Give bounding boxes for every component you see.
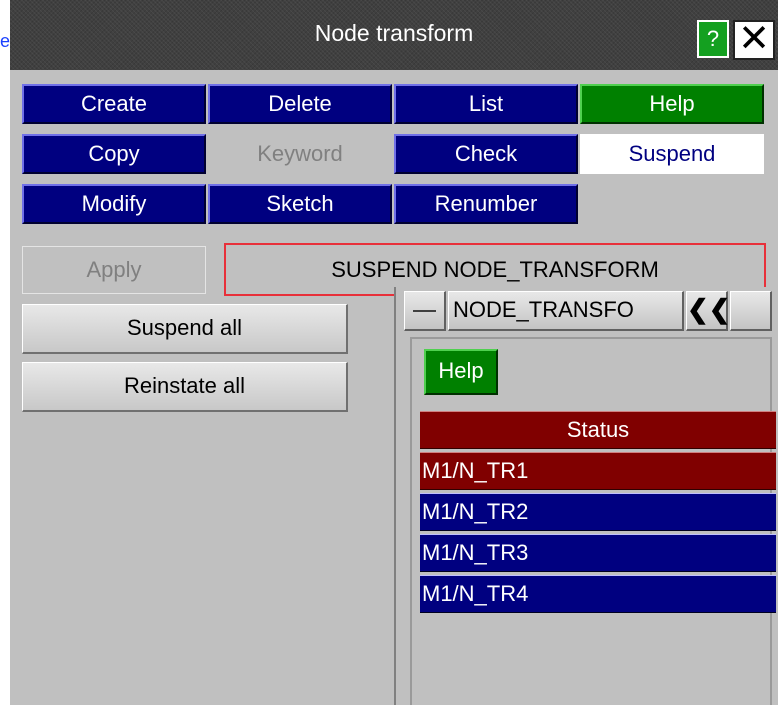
apply-button[interactable]: Apply (22, 246, 206, 294)
renumber-button[interactable]: Renumber (394, 184, 578, 224)
list-button[interactable]: List (394, 84, 578, 124)
edge-link[interactable]: e (0, 30, 10, 52)
help-button[interactable]: Help (580, 84, 764, 124)
delete-button[interactable]: Delete (208, 84, 392, 124)
suspend-button[interactable]: Suspend (580, 134, 764, 174)
sketch-button[interactable]: Sketch (208, 184, 392, 224)
panel-help-button[interactable]: Help (424, 349, 498, 395)
table-row[interactable]: M1/N_TR3 (420, 534, 776, 572)
copy-button[interactable]: Copy (22, 134, 206, 174)
table-row[interactable]: M1/N_TR1 (420, 452, 776, 490)
modify-button[interactable]: Modify (22, 184, 206, 224)
node-transform-selection-panel: NODE_TRANSFO ❮❮ Help Status M1/N_TR1 M1/… (394, 287, 778, 705)
window-title: Node transform (314, 20, 474, 46)
title-bar[interactable]: Node transform ? ✕ (10, 0, 778, 70)
help-question-button[interactable]: ? (697, 20, 729, 58)
selection-panel-title: NODE_TRANSFO (448, 291, 684, 331)
minimize-icon[interactable] (404, 291, 446, 331)
chevron-left-icon[interactable]: ❮❮ (686, 291, 731, 331)
check-button[interactable]: Check (394, 134, 578, 174)
create-button[interactable]: Create (22, 84, 206, 124)
table-row[interactable]: M1/N_TR4 (420, 575, 776, 613)
maximize-icon[interactable] (730, 291, 772, 331)
keyword-button[interactable]: Keyword (208, 134, 392, 174)
status-table: Status M1/N_TR1 M1/N_TR2 M1/N_TR3 M1/N_T… (420, 411, 776, 616)
selection-panel-header: NODE_TRANSFO ❮❮ (404, 289, 774, 333)
status-header[interactable]: Status (420, 411, 776, 449)
selection-panel-body: Help Status M1/N_TR1 M1/N_TR2 M1/N_TR3 M… (410, 337, 776, 705)
suspend-all-button[interactable]: Suspend all (22, 304, 348, 354)
table-row[interactable]: M1/N_TR2 (420, 493, 776, 531)
close-button[interactable]: ✕ (733, 20, 775, 60)
reinstate-all-button[interactable]: Reinstate all (22, 362, 348, 412)
node-transform-window: Node transform ? ✕ Create Delete List He… (10, 0, 778, 705)
